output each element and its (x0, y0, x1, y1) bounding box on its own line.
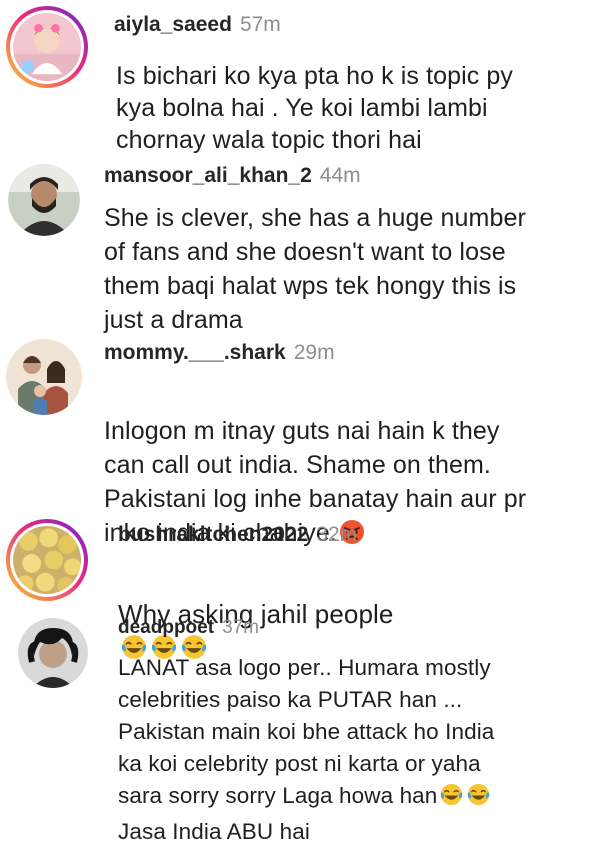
avatar[interactable] (6, 519, 88, 601)
avatar[interactable] (6, 6, 88, 88)
comment-line: Jasa India ABU hai (118, 819, 310, 844)
comment-text: She is clever, she has a huge number of … (104, 204, 526, 334)
username[interactable]: mansoor_ali_khan_2 (104, 164, 312, 187)
man-photo-icon (8, 164, 80, 236)
tears-of-joy-icon (466, 782, 491, 816)
tears-of-joy-icon (439, 782, 464, 816)
timestamp: 44m (319, 164, 361, 187)
comment-item: deadppoet 37m LANAT asa logo per.. Humara… (0, 612, 595, 844)
comment-item: aiyla_saeed 57m Is bichari ko kya pta ho … (0, 0, 595, 160)
person-photo-icon (18, 618, 88, 688)
child-photo-icon (13, 13, 81, 81)
timestamp: 57m (239, 13, 281, 36)
family-illustration-icon (6, 339, 82, 415)
timestamp: 37m (222, 617, 260, 638)
username[interactable]: bushrakitchen2022 (118, 523, 308, 546)
avatar[interactable] (8, 164, 80, 236)
comment-line: sara sorry sorry Laga howa han (118, 783, 438, 808)
comment-line: celebrities paiso ka PUTAR han ... (118, 687, 463, 712)
comment-line: LANAT asa logo per.. Humara mostly (118, 655, 491, 680)
comment-text: Is bichari ko kya pta ho k is topic py k… (116, 62, 514, 154)
comment-text: LANAT asa logo per.. Humara mostly celeb… (118, 652, 588, 848)
timestamp: 29m (293, 341, 335, 364)
username[interactable]: deadppoet (118, 617, 214, 638)
timestamp: 32m (316, 523, 358, 546)
comment-item: mansoor_ali_khan_2 44m She is clever, she… (0, 160, 595, 335)
avatar[interactable] (18, 618, 88, 688)
food-photo-icon (13, 526, 81, 594)
username[interactable]: mommy.___.shark (104, 341, 286, 364)
comment-item: bushrakitchen2022 32m Why asking jahil pe… (0, 515, 595, 659)
comment-line: ka koi celebrity post ni karta or yaha (118, 751, 481, 776)
comment-item: mommy.___.shark 29m Inlogon m itnay guts … (0, 335, 595, 547)
comment-line: Pakistan main koi bhe attack ho India (118, 719, 495, 744)
avatar[interactable] (6, 339, 82, 415)
username[interactable]: aiyla_saeed (114, 13, 232, 36)
